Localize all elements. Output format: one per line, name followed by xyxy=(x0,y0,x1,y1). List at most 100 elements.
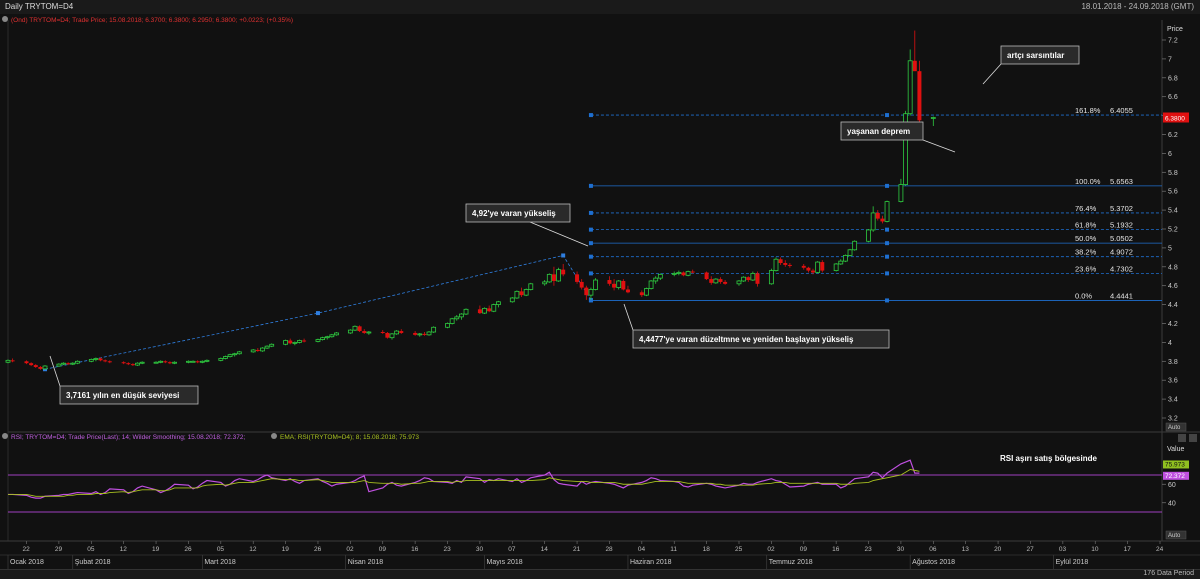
month-label: Şubat 2018 xyxy=(75,559,111,566)
day-tick-label: 26 xyxy=(184,546,192,553)
month-label: Ağustos 2018 xyxy=(912,559,955,566)
day-tick-label: 11 xyxy=(670,546,677,553)
fib-left-handle xyxy=(588,210,593,215)
candle-body-down xyxy=(413,332,418,335)
candle-body-up xyxy=(657,273,663,279)
candle-body-down xyxy=(607,280,612,284)
candle-body-down xyxy=(422,333,427,335)
ema-gear-icon[interactable] xyxy=(271,433,277,439)
price-tick-label: 3.4 xyxy=(1168,397,1178,404)
day-tick-label: 16 xyxy=(832,546,840,553)
candle-body-up xyxy=(329,334,335,338)
candle-body-down xyxy=(121,362,126,364)
candle-body-down xyxy=(380,332,385,334)
day-tick-label: 30 xyxy=(476,546,484,553)
price-axis-title: Price xyxy=(1167,26,1183,33)
price-auto-button[interactable]: Auto xyxy=(1165,422,1187,432)
fib-level-label: 76.4% xyxy=(1075,204,1097,213)
chart-area[interactable]: (Ond) TRYTOM=D4; Trade Price; 15.08.2018… xyxy=(0,14,1200,569)
legend-gear-icon[interactable] xyxy=(2,16,8,22)
fib-mid-handle xyxy=(885,298,890,303)
date-range: 18.01.2018 - 24.09.2018 (GMT) xyxy=(1081,2,1194,11)
month-label: Ocak 2018 xyxy=(10,559,44,566)
candle-body-down xyxy=(801,265,806,268)
candle-body-down xyxy=(579,281,584,288)
price-tick-label: 4.8 xyxy=(1168,264,1178,271)
candle-body-down xyxy=(621,280,626,290)
candle-body-down xyxy=(690,271,695,273)
candle-body-up xyxy=(671,273,677,275)
rsi-maximize-icon[interactable] xyxy=(1178,434,1186,442)
candle-body-down xyxy=(746,277,751,281)
day-tick-label: 20 xyxy=(994,546,1002,553)
price-tick-label: 4.6 xyxy=(1168,283,1178,290)
day-tick-label: 25 xyxy=(735,546,743,553)
candle-body-up xyxy=(930,117,936,119)
rsi-tick-label: 60 xyxy=(1168,482,1176,489)
price-auto-label: Auto xyxy=(1168,425,1181,431)
candle-body-down xyxy=(288,340,293,344)
fib-level-label: 61.8% xyxy=(1075,221,1097,230)
candle-body-up xyxy=(42,365,48,370)
day-tick-label: 03 xyxy=(1059,546,1067,553)
price-tick-label: 3.6 xyxy=(1168,378,1178,385)
fib-left-handle xyxy=(588,271,593,276)
rsi-gear-icon[interactable] xyxy=(2,433,8,439)
candle-body-down xyxy=(126,363,131,365)
price-tick-label: 4 xyxy=(1168,340,1172,347)
candle-body-down xyxy=(385,332,390,338)
day-tick-label: 07 xyxy=(508,546,516,553)
price-tick-label: 7 xyxy=(1168,56,1172,63)
candle-body-up xyxy=(546,273,552,283)
candle-body-up xyxy=(496,301,501,306)
day-tick-label: 17 xyxy=(1124,546,1132,553)
candle-body-down xyxy=(575,274,580,282)
candle-body-up xyxy=(870,212,876,231)
candle-body-up xyxy=(509,297,515,303)
rsi-auto-button[interactable]: Auto xyxy=(1165,530,1187,540)
day-tick-label: 05 xyxy=(87,546,95,553)
day-tick-label: 19 xyxy=(152,546,160,553)
candle-body-up xyxy=(297,340,302,343)
candle-body-up xyxy=(218,358,224,361)
day-tick-label: 13 xyxy=(962,546,970,553)
candle-body-down xyxy=(639,292,644,296)
ema-legend-text: EMA; RSI(TRYTOM=D4); 8; 15.08.2018; 75.9… xyxy=(280,434,419,441)
fib-level-value: 5.1932 xyxy=(1110,221,1133,230)
price-tick-label: 6.2 xyxy=(1168,132,1178,139)
candle-body-down xyxy=(806,267,811,271)
day-tick-label: 21 xyxy=(573,546,581,553)
window-title: Daily TRYTOM=D4 xyxy=(5,2,74,11)
month-label: Nisan 2018 xyxy=(348,559,384,566)
ema-value-label: 75.973 xyxy=(1165,461,1185,468)
candle-body-up xyxy=(70,362,76,365)
candle-body-up xyxy=(366,331,372,334)
fib-left-handle xyxy=(588,183,593,188)
candle-body-down xyxy=(778,259,783,264)
candle-body-up xyxy=(5,359,11,363)
candle-body-up xyxy=(431,326,437,333)
candle-body-up xyxy=(463,308,469,315)
price-legend-text: (Ond) TRYTOM=D4; Trade Price; 15.08.2018… xyxy=(11,17,293,24)
candle-body-down xyxy=(24,361,29,364)
annotation-earthquake-text: yaşanan deprem xyxy=(847,127,910,136)
fib-level-label: 23.6% xyxy=(1075,264,1097,273)
candle-body-down xyxy=(875,212,880,219)
candle-body-up xyxy=(482,307,487,314)
fib-mid-handle xyxy=(885,183,890,188)
day-tick-label: 09 xyxy=(379,546,387,553)
candle-body-up xyxy=(454,316,460,320)
price-tick-label: 6 xyxy=(1168,151,1172,158)
candle-body-up xyxy=(449,318,455,324)
title-bar: Daily TRYTOM=D4 18.01.2018 - 24.09.2018 … xyxy=(0,0,1200,15)
month-label: Temmuz 2018 xyxy=(769,559,813,566)
price-tick-label: 3.8 xyxy=(1168,359,1178,366)
candle-body-up xyxy=(426,331,432,336)
candle-body-up xyxy=(676,272,682,274)
day-tick-label: 19 xyxy=(282,546,290,553)
candle-body-up xyxy=(616,280,622,288)
candle-body-up xyxy=(236,351,242,355)
candle-body-down xyxy=(551,274,556,281)
price-tick-label: 4.4 xyxy=(1168,302,1178,309)
rsi-close-icon[interactable] xyxy=(1189,434,1197,442)
